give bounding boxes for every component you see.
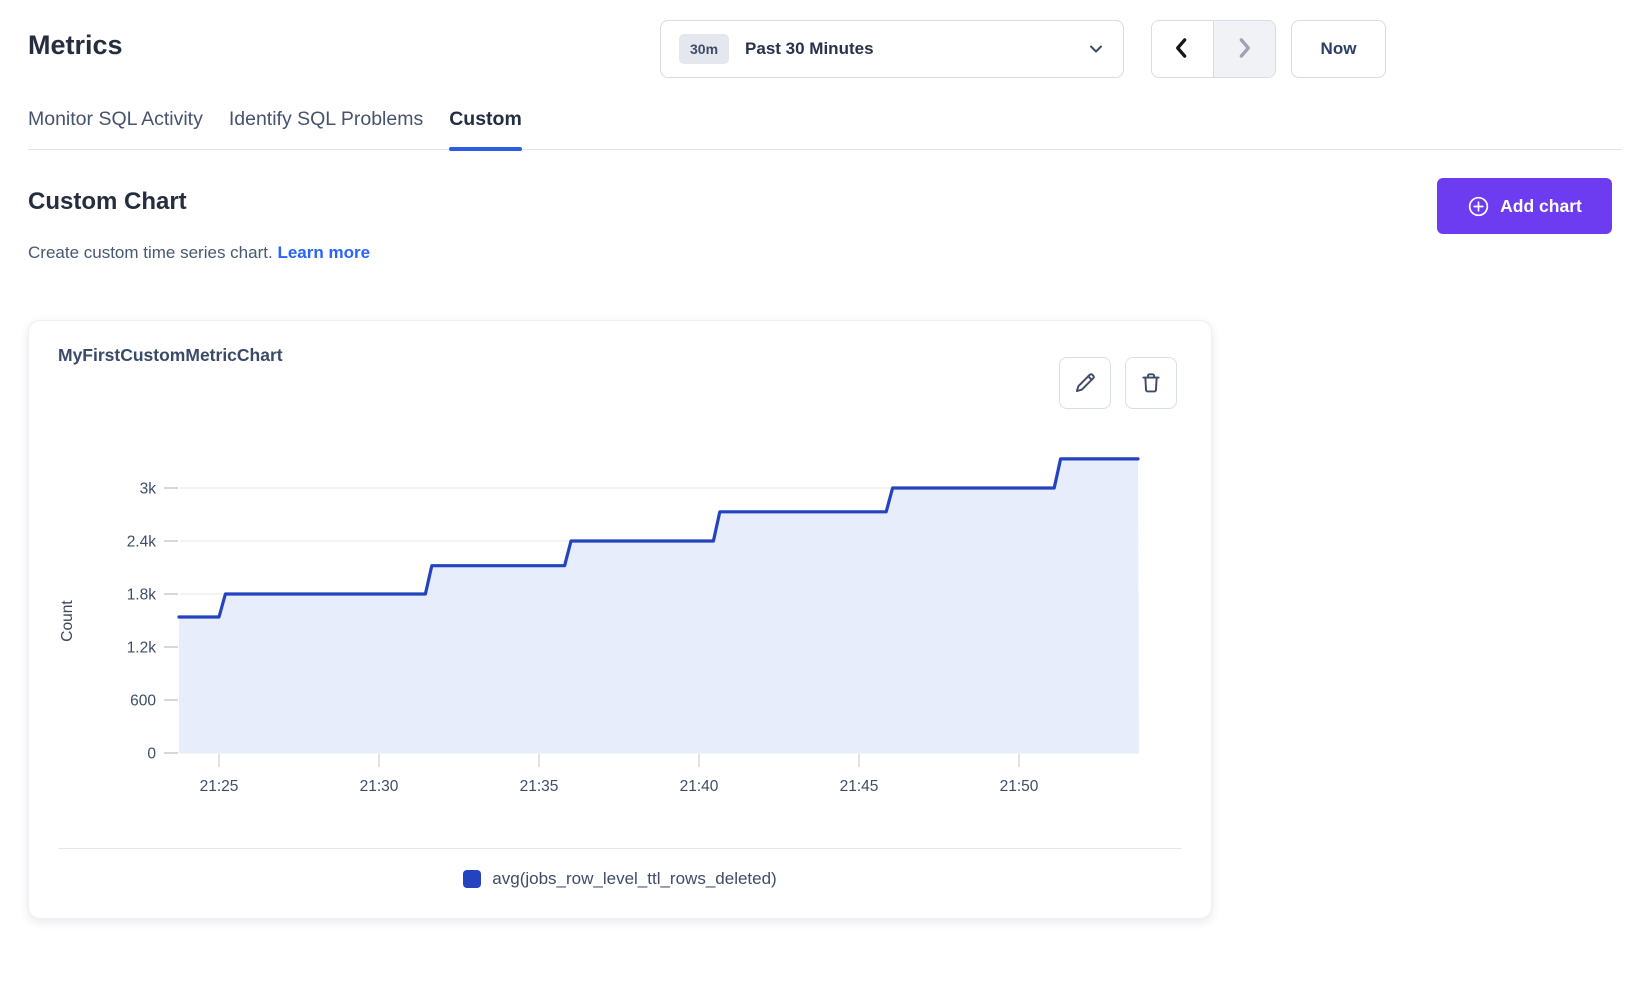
chart-title: MyFirstCustomMetricChart — [58, 345, 283, 366]
time-nav-group — [1151, 20, 1276, 78]
trash-icon — [1138, 370, 1164, 396]
svg-text:0: 0 — [147, 746, 156, 763]
chart-canvas: 0 600 1.2k 1.8k 2.4k 3k 21:25 21:30 21:35 21:40 21… — [56, 421, 1141, 801]
tab-custom[interactable]: Custom — [449, 100, 522, 149]
svg-text:21:50: 21:50 — [1000, 778, 1039, 795]
svg-text:2.4k: 2.4k — [127, 534, 157, 551]
svg-text:21:25: 21:25 — [200, 778, 239, 795]
add-chart-button[interactable]: Add chart — [1437, 178, 1612, 234]
svg-text:600: 600 — [130, 693, 156, 710]
edit-chart-button[interactable] — [1059, 357, 1111, 409]
timeseries-chart: 0 600 1.2k 1.8k 2.4k 3k 21:25 21:30 21:35 21:40 21… — [56, 421, 1141, 801]
legend-swatch — [463, 870, 481, 888]
svg-text:Count: Count — [59, 600, 76, 642]
legend-divider — [58, 848, 1182, 849]
page-title: Metrics — [28, 30, 123, 61]
time-range-dropdown[interactable]: 30m Past 30 Minutes — [660, 20, 1124, 78]
subtitle-text: Create custom time series chart. — [28, 243, 273, 262]
chevron-right-icon — [1231, 35, 1257, 64]
metrics-tabs: Monitor SQL Activity Identify SQL Proble… — [28, 100, 1622, 150]
time-range-label: Past 30 Minutes — [745, 39, 1087, 59]
section-subtitle: Create custom time series chart. Learn m… — [28, 243, 370, 263]
tab-identify-sql-problems[interactable]: Identify SQL Problems — [229, 100, 423, 149]
delete-chart-button[interactable] — [1125, 357, 1177, 409]
now-button[interactable]: Now — [1291, 20, 1386, 78]
svg-text:1.8k: 1.8k — [127, 587, 157, 604]
tab-monitor-sql-activity[interactable]: Monitor SQL Activity — [28, 100, 203, 149]
pencil-icon — [1072, 370, 1098, 396]
svg-text:21:40: 21:40 — [680, 778, 719, 795]
next-time-button[interactable] — [1214, 21, 1276, 77]
add-chart-label: Add chart — [1500, 196, 1582, 217]
legend-label: avg(jobs_row_level_ttl_rows_deleted) — [492, 869, 776, 889]
time-range-badge: 30m — [679, 34, 729, 64]
legend-item[interactable]: avg(jobs_row_level_ttl_rows_deleted) — [29, 869, 1211, 889]
previous-time-button[interactable] — [1152, 21, 1214, 77]
svg-text:3k: 3k — [140, 481, 157, 498]
chevron-left-icon — [1169, 35, 1195, 64]
svg-text:21:35: 21:35 — [520, 778, 559, 795]
section-title: Custom Chart — [28, 188, 187, 216]
learn-more-link[interactable]: Learn more — [277, 243, 370, 262]
custom-chart-card: MyFirstCustomMetricChart 0 600 1.2k 1.8k 2.4… — [28, 320, 1212, 919]
svg-text:21:45: 21:45 — [840, 778, 879, 795]
svg-text:1.2k: 1.2k — [127, 640, 157, 657]
plus-circle-icon — [1467, 195, 1490, 218]
svg-text:21:30: 21:30 — [360, 778, 399, 795]
chevron-down-icon — [1087, 40, 1105, 58]
